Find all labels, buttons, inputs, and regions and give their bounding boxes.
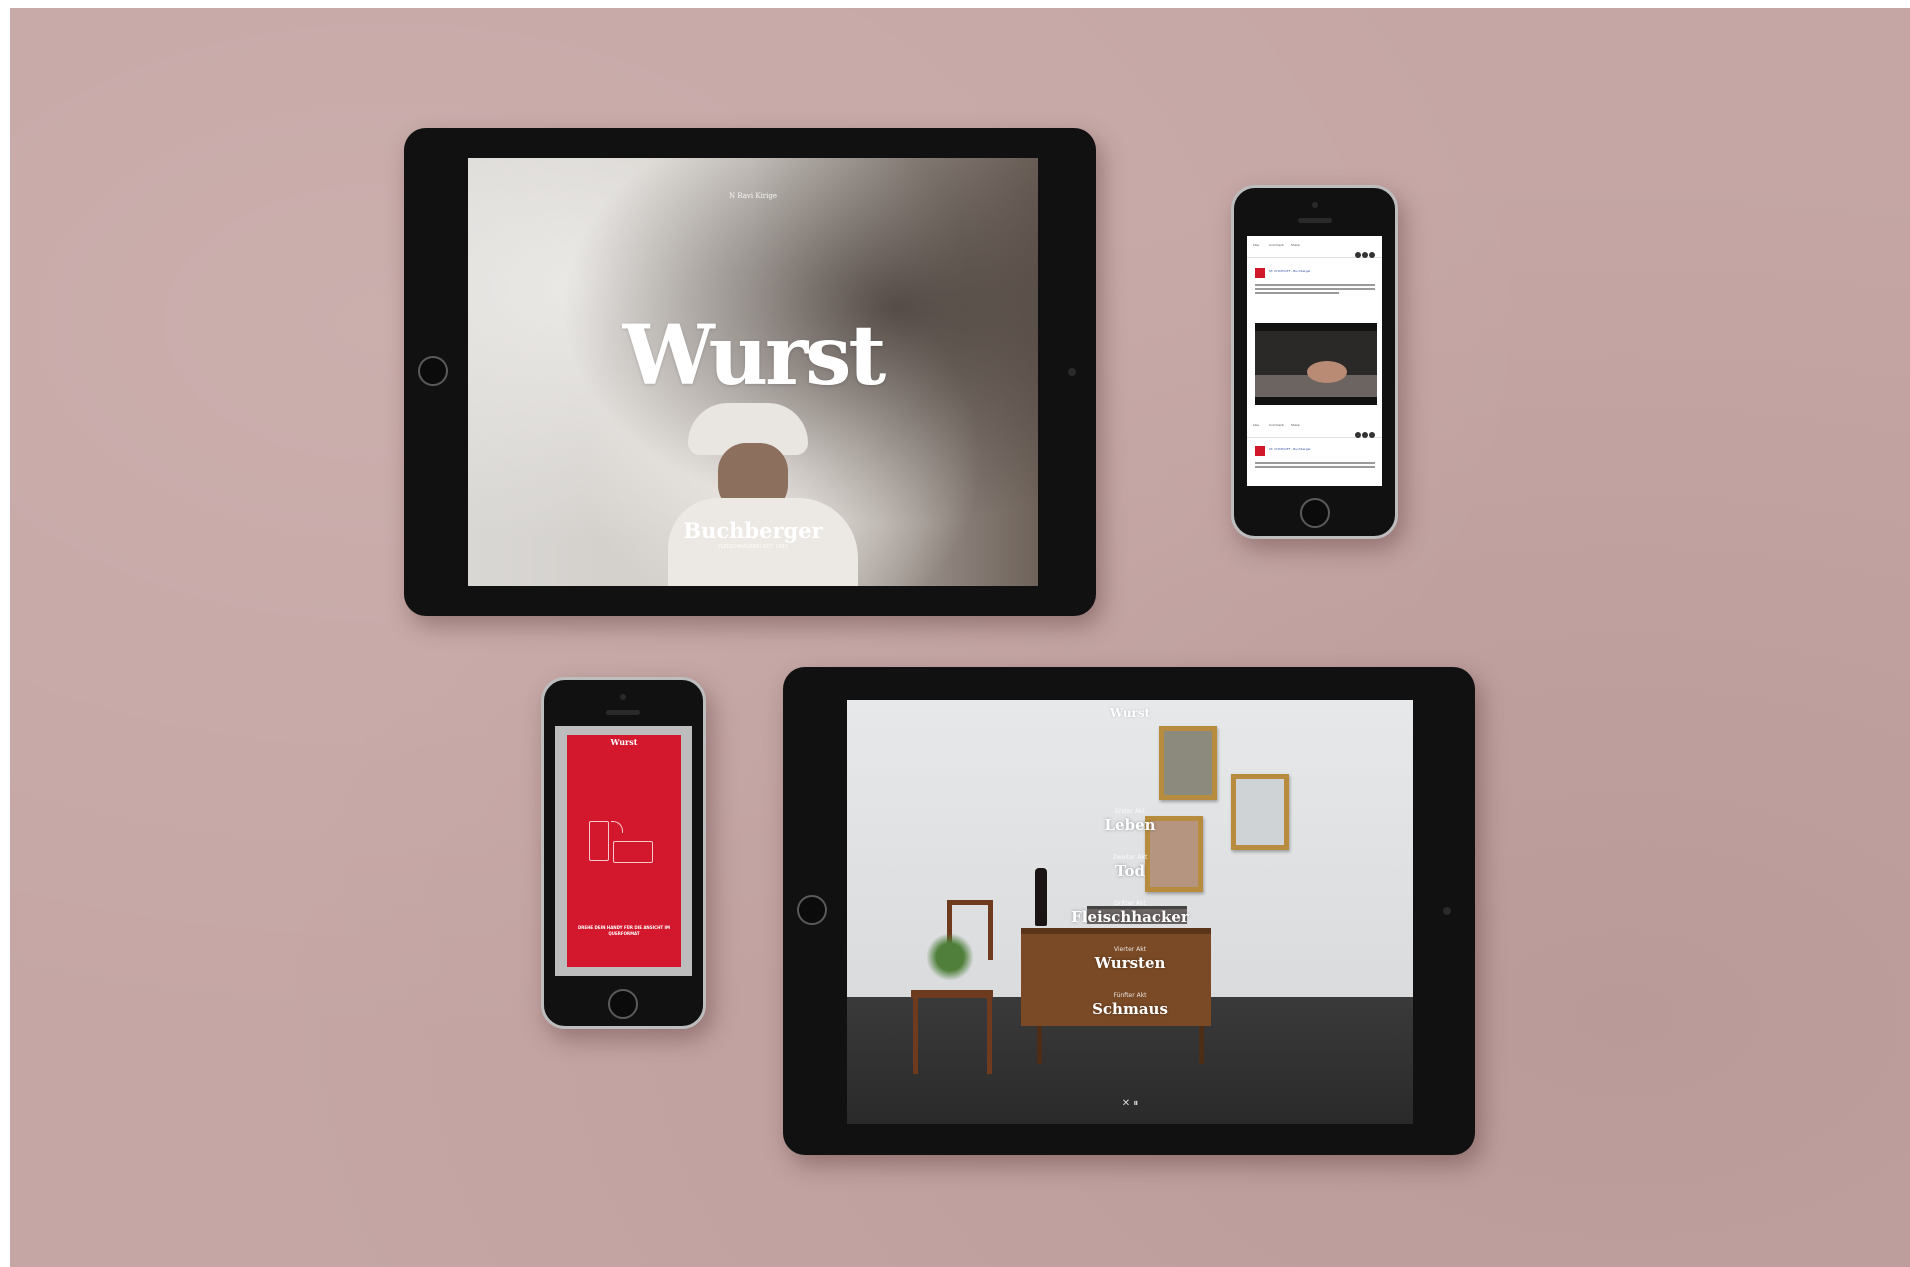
hero-subtitle-small: FLEISCHHAUEREI SEIT 1883	[718, 544, 788, 550]
rotate-message: DREHE DEIN HANDY FÜR DIE ANSICHT IM QUER…	[577, 925, 671, 936]
act-wursten[interactable]: Vierter Akt Wursten	[847, 946, 1413, 972]
rotate-arrow-icon	[611, 821, 623, 833]
feed-action-bar-2: Like Comment Share	[1247, 416, 1382, 438]
sideboard-leg	[1199, 1026, 1204, 1064]
feed-tab-like[interactable]: Like	[1253, 423, 1259, 427]
rotate-card: Wurst DREHE DEIN HANDY FÜR DIE ANSICHT I…	[567, 735, 681, 967]
feed-icons[interactable]	[1354, 423, 1376, 438]
media-controls[interactable]: ✕ ⏸	[847, 1098, 1413, 1109]
act-number: Fünfter Akt	[1113, 992, 1147, 999]
tablet-menu-screen: Wurst Erster Akt Leben Zweiter Akt Tod D…	[847, 700, 1413, 1124]
act-leben[interactable]: Erster Akt Leben	[847, 808, 1413, 834]
phone-feed: Like Comment Share ST. CHATOUFF - Buchbe…	[1231, 185, 1398, 539]
phone-camera	[1312, 202, 1318, 208]
post-text	[1255, 462, 1375, 470]
portrait-phone-icon	[589, 821, 609, 861]
phone-speaker	[606, 710, 640, 715]
phone-rotate-screen: Wurst DREHE DEIN HANDY FÜR DIE ANSICHT I…	[555, 726, 692, 976]
phone-home-button[interactable]	[1300, 498, 1330, 528]
phone-rotate: Wurst DREHE DEIN HANDY FÜR DIE ANSICHT I…	[541, 677, 706, 1029]
framed-picture-cow	[1159, 726, 1217, 800]
act-title[interactable]: Fleischhacker	[847, 908, 1413, 926]
feed-icons[interactable]	[1354, 243, 1376, 258]
feed-tab-comment[interactable]: Comment	[1269, 423, 1284, 427]
phone-feed-screen: Like Comment Share ST. CHATOUFF - Buchbe…	[1247, 236, 1382, 486]
brand-mark: N Ravi Kirige	[728, 192, 778, 200]
post-author[interactable]: ST. CHATOUFF - Buchberger	[1269, 269, 1311, 273]
butcher-photo	[648, 403, 858, 586]
act-tod[interactable]: Zweiter Akt Tod	[847, 854, 1413, 880]
act-title[interactable]: Leben	[847, 816, 1413, 834]
sideboard-leg	[1037, 1026, 1042, 1064]
act-number: Vierter Akt	[1113, 946, 1147, 953]
tablet-home-button[interactable]	[418, 356, 448, 386]
act-title[interactable]: Schmaus	[847, 1000, 1413, 1018]
page-avatar[interactable]	[1255, 268, 1265, 278]
feed-action-bar: Like Comment Share	[1247, 236, 1382, 258]
feed-tab-share[interactable]: Share	[1291, 423, 1300, 427]
hero-subtitle[interactable]: Buchberger	[468, 518, 1038, 543]
feed-tab-comment[interactable]: Comment	[1269, 243, 1284, 247]
feed-tab-share[interactable]: Share	[1291, 243, 1300, 247]
menu-title: Wurst	[1109, 706, 1151, 720]
rotate-title: Wurst	[610, 737, 638, 747]
hero-title: Wurst	[622, 308, 887, 404]
tablet-camera	[1443, 907, 1451, 915]
tablet-menu: Wurst Erster Akt Leben Zweiter Akt Tod D…	[783, 667, 1475, 1155]
post-text	[1255, 284, 1375, 296]
act-fleischhacker[interactable]: Dritter Akt Fleischhacker	[847, 900, 1413, 926]
act-number: Erster Akt	[1115, 808, 1145, 815]
tablet-camera	[1068, 368, 1076, 376]
phone-home-button[interactable]	[608, 989, 638, 1019]
feed-tab-like[interactable]: Like	[1253, 243, 1259, 247]
act-title[interactable]: Wursten	[847, 954, 1413, 972]
page-avatar[interactable]	[1255, 446, 1265, 456]
tablet-home-button[interactable]	[797, 895, 827, 925]
act-schmaus[interactable]: Fünfter Akt Schmaus	[847, 992, 1413, 1018]
post-author[interactable]: ST. CHATOUFF - Buchberger	[1269, 447, 1311, 451]
act-number: Zweiter Akt	[1112, 854, 1148, 861]
phone-camera	[620, 694, 626, 700]
tablet-hero: N Ravi Kirige Wurst Buchberger FLEISCHHA…	[404, 128, 1096, 616]
post-video[interactable]	[1255, 323, 1377, 405]
act-number: Dritter Akt	[1114, 900, 1146, 907]
phone-speaker	[1298, 218, 1332, 223]
landscape-phone-icon	[613, 841, 653, 863]
tablet-hero-screen: N Ravi Kirige Wurst Buchberger FLEISCHHA…	[468, 158, 1038, 586]
act-title[interactable]: Tod	[847, 862, 1413, 880]
